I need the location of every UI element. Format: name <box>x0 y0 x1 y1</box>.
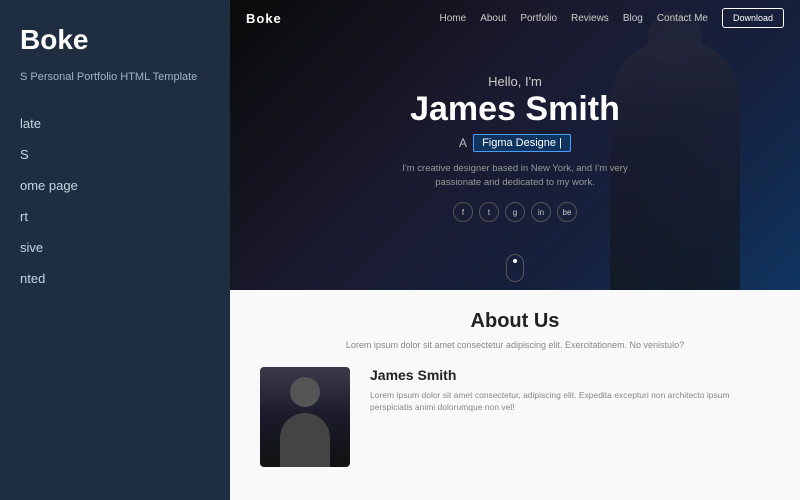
menu-item-6[interactable]: nted <box>20 268 210 289</box>
hero-description: I'm creative designer based in New York,… <box>385 162 645 191</box>
hero-content: Hello, I'm James Smith A Figma Designe |… <box>230 36 800 290</box>
social-twitter-icon[interactable]: t <box>479 202 499 222</box>
navbar-links: Home About Portfolio Reviews Blog Contac… <box>440 8 785 28</box>
about-person-description: Lorem ipsum dolor sit amet consectetur, … <box>370 389 770 415</box>
social-linkedin-icon[interactable]: in <box>531 202 551 222</box>
about-photo <box>260 367 350 467</box>
social-google-icon[interactable]: g <box>505 202 525 222</box>
hero-name: James Smith <box>410 91 620 128</box>
about-person-name: James Smith <box>370 367 770 383</box>
nav-reviews[interactable]: Reviews <box>571 13 609 24</box>
hero-role-value: Figma Designe | <box>473 134 571 152</box>
hero-role: A Figma Designe | <box>459 134 571 152</box>
nav-about[interactable]: About <box>480 13 506 24</box>
right-panel: Boke Home About Portfolio Reviews Blog C… <box>230 0 800 500</box>
nav-portfolio[interactable]: Portfolio <box>520 13 557 24</box>
menu-item-4[interactable]: rt <box>20 206 210 227</box>
about-section: About Us Lorem ipsum dolor sit amet cons… <box>230 290 800 500</box>
hero-socials: f t g in be <box>453 202 577 222</box>
menu-item-2[interactable]: S <box>20 144 210 165</box>
nav-contact[interactable]: Contact Me <box>657 13 708 24</box>
download-button[interactable]: Download <box>722 8 784 28</box>
brand-title: Boke <box>20 24 210 56</box>
brand-subtitle: S Personal Portfolio HTML Template <box>20 70 210 85</box>
about-title: About Us <box>260 310 770 333</box>
hero-section: Boke Home About Portfolio Reviews Blog C… <box>230 0 800 290</box>
about-text-block: James Smith Lorem ipsum dolor sit amet c… <box>370 367 770 415</box>
hero-greeting: Hello, I'm <box>488 74 542 89</box>
navbar-brand: Boke <box>246 11 282 26</box>
about-content: James Smith Lorem ipsum dolor sit amet c… <box>260 367 770 467</box>
menu-item-1[interactable]: late <box>20 113 210 134</box>
social-facebook-icon[interactable]: f <box>453 202 473 222</box>
navbar: Boke Home About Portfolio Reviews Blog C… <box>230 0 800 36</box>
left-panel: Boke S Personal Portfolio HTML Template … <box>0 0 230 500</box>
nav-home[interactable]: Home <box>440 13 467 24</box>
social-behance-icon[interactable]: be <box>557 202 577 222</box>
menu-item-5[interactable]: sive <box>20 237 210 258</box>
menu-item-3[interactable]: ome page <box>20 175 210 196</box>
hero-role-prefix: A <box>459 136 467 150</box>
nav-blog[interactable]: Blog <box>623 13 643 24</box>
about-description: Lorem ipsum dolor sit amet consectetur a… <box>260 339 770 353</box>
